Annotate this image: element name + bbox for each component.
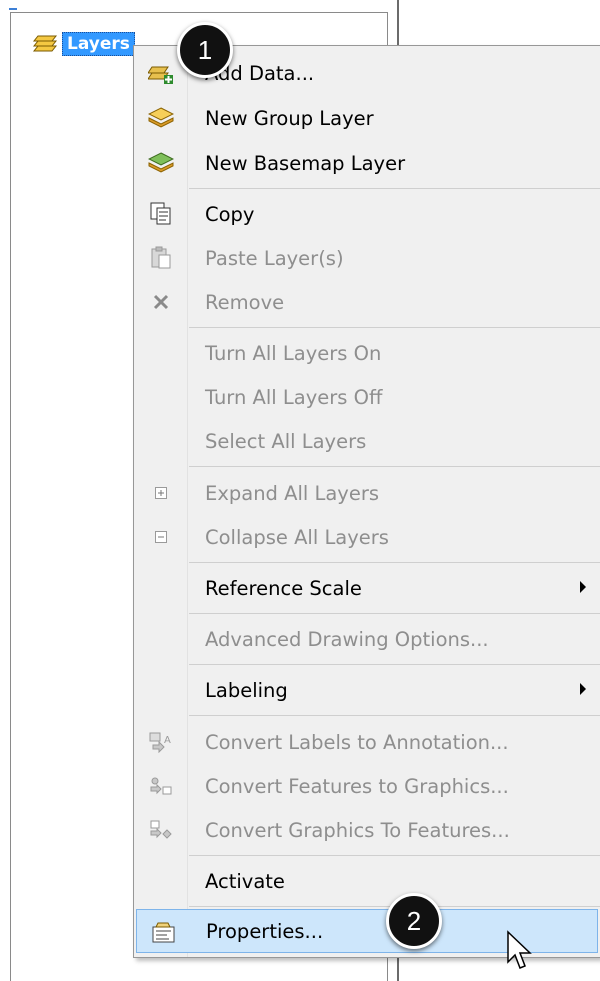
- menu-item-paste-layers[interactable]: Paste Layer(s): [134, 236, 600, 280]
- step-callout-1: 1: [177, 22, 233, 78]
- context-menu: Add Data... New Group Layer New Basemap …: [133, 45, 600, 958]
- layers-stack-icon: [28, 32, 62, 56]
- convert-features-icon: [146, 771, 176, 801]
- expand-icon: [146, 478, 176, 508]
- menu-item-label: Labeling: [205, 678, 288, 702]
- menu-item-label: Paste Layer(s): [205, 246, 344, 270]
- remove-icon: [146, 287, 176, 317]
- menu-item-convert-features-to-graphics[interactable]: Convert Features to Graphics...: [134, 764, 600, 808]
- menu-item-remove[interactable]: Remove: [134, 280, 600, 324]
- menu-separator: [189, 327, 600, 328]
- menu-item-label: Copy: [205, 202, 255, 226]
- menu-item-label: Turn All Layers On: [205, 341, 382, 365]
- menu-separator: [189, 855, 600, 856]
- menu-separator: [189, 466, 600, 467]
- menu-separator: [189, 613, 600, 614]
- menu-item-select-all-layers[interactable]: Select All Layers: [134, 419, 600, 463]
- menu-separator: [189, 664, 600, 665]
- menu-item-label: New Group Layer: [205, 106, 374, 130]
- menu-item-label: Expand All Layers: [205, 481, 380, 505]
- group-layer-icon: [146, 103, 176, 133]
- menu-item-label: Reference Scale: [205, 576, 362, 600]
- svg-text:A: A: [164, 735, 171, 746]
- basemap-layer-icon: [146, 148, 176, 178]
- menu-item-label: Convert Graphics To Features...: [205, 818, 510, 842]
- properties-icon: [149, 917, 179, 947]
- menu-item-label: Turn All Layers Off: [205, 385, 383, 409]
- menu-item-new-basemap-layer[interactable]: New Basemap Layer: [134, 141, 600, 185]
- menu-item-convert-graphics-to-features[interactable]: Convert Graphics To Features...: [134, 808, 600, 852]
- menu-item-activate[interactable]: Activate: [134, 859, 600, 903]
- menu-item-reference-scale[interactable]: Reference Scale: [134, 566, 600, 610]
- mouse-cursor-icon: [507, 930, 532, 969]
- menu-item-label: Convert Labels to Annotation...: [205, 730, 509, 754]
- menu-item-label: Select All Layers: [205, 429, 367, 453]
- menu-item-labeling[interactable]: Labeling: [134, 668, 600, 712]
- menu-item-convert-labels-to-annotation[interactable]: A Convert Labels to Annotation...: [134, 720, 600, 764]
- menu-item-label: Properties...: [206, 919, 324, 943]
- menu-item-collapse-all-layers[interactable]: Collapse All Layers: [134, 515, 600, 559]
- panel-corner-marker: [9, 8, 17, 10]
- convert-graphics-icon: [146, 815, 176, 845]
- menu-item-label: Activate: [205, 869, 285, 893]
- menu-item-label: Remove: [205, 290, 285, 314]
- menu-item-turn-all-layers-off[interactable]: Turn All Layers Off: [134, 375, 600, 419]
- menu-item-expand-all-layers[interactable]: Expand All Layers: [134, 471, 600, 515]
- convert-labels-icon: A: [146, 727, 176, 757]
- menu-item-new-group-layer[interactable]: New Group Layer: [134, 96, 600, 140]
- copy-icon: [146, 199, 176, 229]
- menu-item-label: Advanced Drawing Options...: [205, 627, 489, 651]
- menu-item-copy[interactable]: Copy: [134, 192, 600, 236]
- menu-item-label: New Basemap Layer: [205, 151, 406, 175]
- menu-item-turn-all-layers-on[interactable]: Turn All Layers On: [134, 331, 600, 375]
- menu-item-label: Collapse All Layers: [205, 525, 389, 549]
- menu-item-advanced-drawing-options[interactable]: Advanced Drawing Options...: [134, 617, 600, 661]
- toc-layers-node[interactable]: Layers: [28, 32, 135, 56]
- layers-label[interactable]: Layers: [62, 32, 135, 56]
- menu-item-label: Convert Features to Graphics...: [205, 774, 509, 798]
- submenu-arrow-icon: [580, 581, 586, 593]
- menu-separator: [189, 188, 600, 189]
- menu-separator: [189, 715, 600, 716]
- submenu-arrow-icon: [580, 683, 586, 695]
- step-callout-2: 2: [386, 893, 442, 949]
- add-data-icon: [146, 58, 176, 88]
- menu-separator: [189, 562, 600, 563]
- collapse-icon: [146, 522, 176, 552]
- paste-icon: [146, 243, 176, 273]
